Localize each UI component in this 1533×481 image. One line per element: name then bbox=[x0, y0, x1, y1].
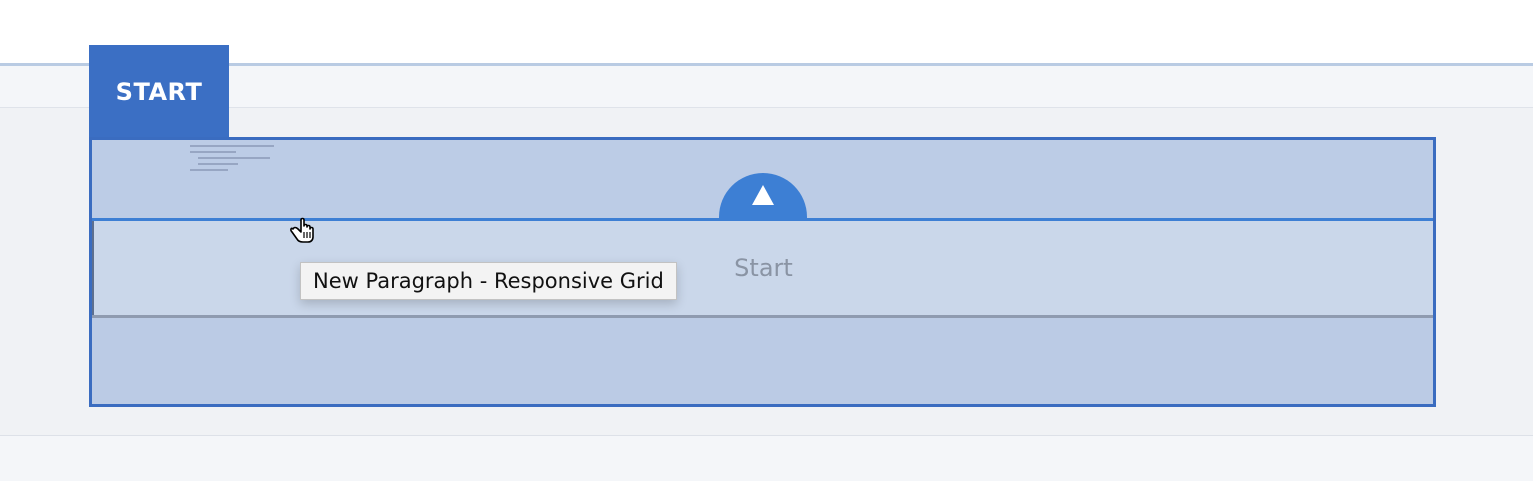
placeholder-label: Start bbox=[734, 254, 793, 282]
header-band bbox=[0, 66, 1533, 108]
tooltip: New Paragraph - Responsive Grid bbox=[300, 262, 677, 300]
start-tab[interactable]: START bbox=[89, 45, 229, 138]
start-tab-label: START bbox=[115, 77, 203, 106]
page: START Start New Paragraph - Responsive G… bbox=[0, 0, 1533, 481]
triangle-up-icon bbox=[752, 185, 774, 205]
bottom-region[interactable] bbox=[92, 318, 1433, 404]
tooltip-text: New Paragraph - Responsive Grid bbox=[313, 269, 664, 293]
thumbnail-preview bbox=[190, 145, 310, 185]
hand-pointer-icon bbox=[287, 215, 317, 245]
preview-region[interactable] bbox=[92, 140, 1433, 218]
collapse-button[interactable] bbox=[719, 173, 807, 218]
component-frame[interactable]: Start bbox=[89, 137, 1436, 407]
footer-band bbox=[0, 435, 1533, 481]
